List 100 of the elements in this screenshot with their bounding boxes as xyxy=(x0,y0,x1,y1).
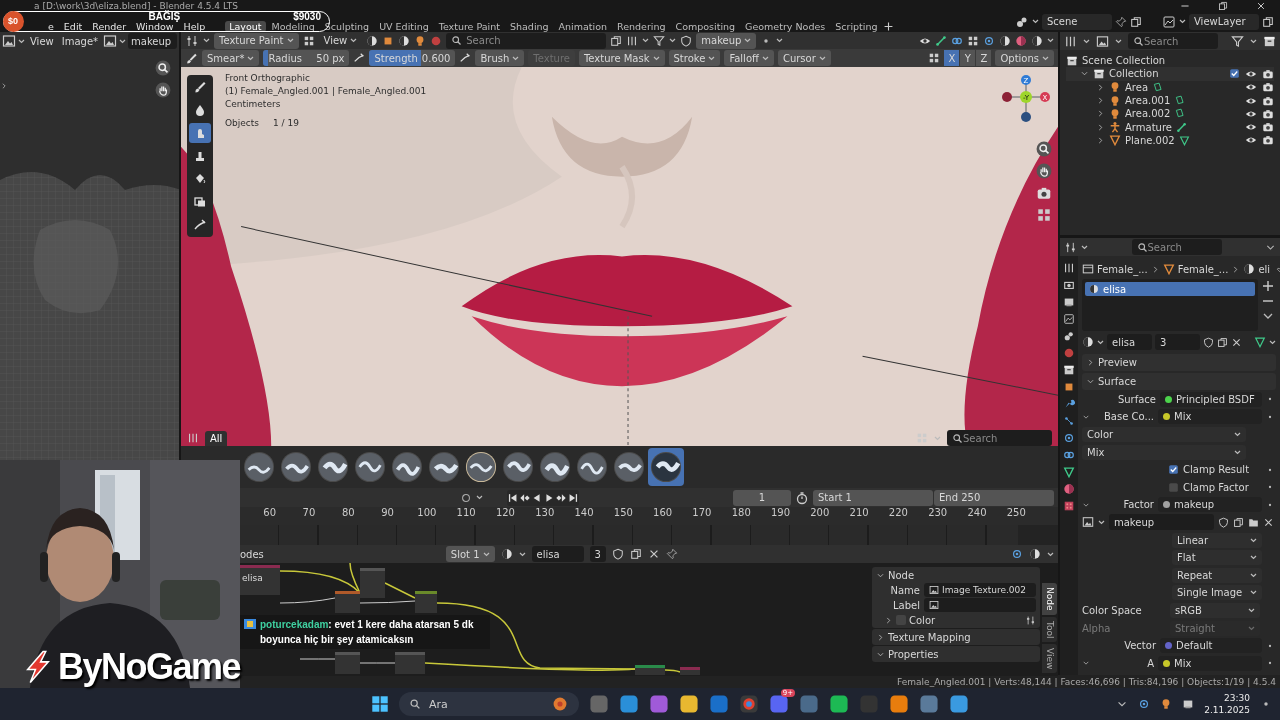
slot-dropdown[interactable]: Slot 1 xyxy=(445,546,495,562)
tool-menu[interactable]: Falloff xyxy=(724,50,774,66)
tool-menu[interactable]: Texture Mask xyxy=(578,50,665,66)
view-layer-field[interactable]: ViewLayer xyxy=(1189,13,1259,30)
dropdown[interactable]: Single Image xyxy=(1172,585,1262,601)
socket-field[interactable]: Mix xyxy=(1158,655,1262,671)
scene-field[interactable]: Scene xyxy=(1042,13,1112,30)
dropdown[interactable]: Repeat xyxy=(1172,567,1262,583)
breadcrumb-item: eli xyxy=(1258,263,1271,275)
image-name-field[interactable]: makeup xyxy=(1109,514,1214,531)
workspace-tab[interactable]: Scripting xyxy=(831,21,882,32)
workspace-tab[interactable]: UV Editing xyxy=(375,21,433,32)
outliner-item[interactable]: Area.001 xyxy=(1125,95,1171,107)
search-field[interactable]: Search xyxy=(947,430,1052,446)
workspace-tab[interactable]: Modeling xyxy=(267,21,319,32)
frame-number: 170 xyxy=(691,507,713,520)
socket-field[interactable]: Principled BSDF xyxy=(1160,391,1262,407)
outliner-item[interactable]: Armature xyxy=(1125,121,1172,133)
panel-title: Color xyxy=(909,614,936,626)
tool-menu[interactable]: Brush xyxy=(475,50,525,66)
dropdown[interactable]: Mix xyxy=(1082,444,1246,460)
frame-number: 160 xyxy=(652,507,674,520)
options-dropdown[interactable]: Options xyxy=(995,50,1054,66)
menu-item[interactable]: Edit xyxy=(59,21,87,32)
menu-item[interactable]: Render xyxy=(88,21,131,32)
frame-number: 120 xyxy=(494,507,516,520)
socket-field[interactable]: makeup xyxy=(1158,497,1262,513)
frame-number: 90 xyxy=(380,507,395,520)
workspace-tab[interactable]: Geometry Nodes xyxy=(741,21,830,32)
start-frame-field[interactable]: Start 1 xyxy=(813,489,933,506)
socket-field[interactable]: Mix xyxy=(1158,409,1262,425)
menu-item[interactable]: e xyxy=(44,21,58,32)
frame-number: 220 xyxy=(887,507,909,520)
logo-text: ByNoGame xyxy=(58,646,241,688)
current-frame-field[interactable]: 1 xyxy=(733,489,791,506)
workspace-tab[interactable]: Layout xyxy=(225,21,266,32)
image-name-field[interactable]: makeup xyxy=(128,33,177,49)
editor-menu: odes xyxy=(240,548,264,560)
status-text: Female_Angled.001 | Verts:48,144 | Faces:46,696 | Tris:84,196 | Objects:1/19 | 4.5.4 xyxy=(897,676,1276,687)
objects-count: 1 / 19 xyxy=(273,118,299,128)
property-label: Alpha xyxy=(1082,622,1111,634)
menu-item[interactable]: View xyxy=(318,32,363,49)
node-name-field[interactable]: Image Texture.002 xyxy=(924,583,1036,597)
menu-item[interactable]: View xyxy=(27,33,57,49)
axis-toggle[interactable]: Y xyxy=(960,50,976,66)
user-count[interactable]: 3 xyxy=(589,546,606,562)
material-name-field[interactable]: elisa xyxy=(1107,334,1152,350)
panel-header[interactable]: Properties xyxy=(872,646,1040,662)
frame-number: 230 xyxy=(927,507,949,520)
frame-number: 250 xyxy=(1005,507,1027,520)
outliner-item[interactable]: Area xyxy=(1125,81,1148,93)
material-slot[interactable]: elisa xyxy=(1085,282,1255,296)
search-field[interactable]: Search xyxy=(1131,239,1222,255)
workspace-tab[interactable]: Texture Paint xyxy=(434,21,504,32)
frame-number: 150 xyxy=(612,507,634,520)
workspace-tab[interactable]: Shading xyxy=(506,21,553,32)
panel-header[interactable]: Texture Mapping xyxy=(872,629,1040,645)
panel-header[interactable]: Surface xyxy=(1082,373,1276,390)
material-name-field[interactable]: elisa xyxy=(531,546,584,562)
property-label: Surface xyxy=(1116,393,1156,405)
socket-field[interactable]: Default xyxy=(1160,638,1262,654)
material-dropdown[interactable]: makeup xyxy=(696,32,757,49)
viewport-info-text: Front Orthographic xyxy=(225,73,311,83)
checkbox-label: Clamp Factor xyxy=(1183,481,1249,493)
menu-item[interactable]: Help xyxy=(179,21,210,32)
radius-slider[interactable]: Radius 50 px xyxy=(263,50,350,66)
outliner-item[interactable]: Plane.002 xyxy=(1125,134,1175,146)
panel-title: Properties xyxy=(888,648,939,660)
menu-item[interactable]: Window xyxy=(132,21,178,32)
menu-item[interactable]: Image* xyxy=(58,33,102,49)
sidebar-tab[interactable]: Tool xyxy=(1042,616,1057,642)
dropdown[interactable]: sRGB xyxy=(1170,602,1260,618)
outliner-item[interactable]: Area.002 xyxy=(1125,108,1171,120)
tool-menu[interactable]: Cursor xyxy=(777,50,831,66)
outliner-item[interactable]: Scene Collection xyxy=(1082,55,1166,67)
user-count[interactable]: 3 xyxy=(1155,334,1200,350)
search-field[interactable]: Search xyxy=(446,32,607,49)
end-frame-field[interactable]: End 250 xyxy=(934,489,1054,506)
mode-dropdown[interactable]: Texture Paint xyxy=(214,32,299,49)
property-label: Vector xyxy=(1123,640,1156,652)
sidebar-tab[interactable]: Node xyxy=(1042,583,1057,615)
dropdown[interactable]: Linear xyxy=(1172,532,1262,548)
dropdown[interactable]: Flat xyxy=(1172,550,1262,566)
chat-message: poturcekadam: evet 1 kere daha atarsan 5 dk boyunca hiç bir şey atamicaksın xyxy=(260,618,475,647)
axis-toggle[interactable]: X xyxy=(944,50,960,66)
axis-toggle[interactable]: Z xyxy=(976,50,992,66)
brush-dropdown[interactable]: Smear* xyxy=(202,50,260,66)
panel-header[interactable]: Preview xyxy=(1082,354,1276,371)
property-label: A xyxy=(1146,657,1154,669)
sidebar-tab[interactable]: View xyxy=(1042,644,1057,674)
workspace-tab[interactable]: Animation xyxy=(554,21,612,32)
search-field[interactable]: Search xyxy=(1128,33,1218,49)
search-field[interactable]: Ara xyxy=(399,692,579,716)
strength-slider[interactable]: Strength 0.600 xyxy=(369,50,456,66)
tool-menu[interactable]: Stroke xyxy=(668,50,721,66)
frame-number: 140 xyxy=(573,507,595,520)
workspace-tab[interactable]: Compositing xyxy=(671,21,740,32)
dropdown[interactable]: Color xyxy=(1082,427,1246,442)
panel-title: Node xyxy=(888,569,915,581)
workspace-tab[interactable]: Rendering xyxy=(613,21,670,32)
